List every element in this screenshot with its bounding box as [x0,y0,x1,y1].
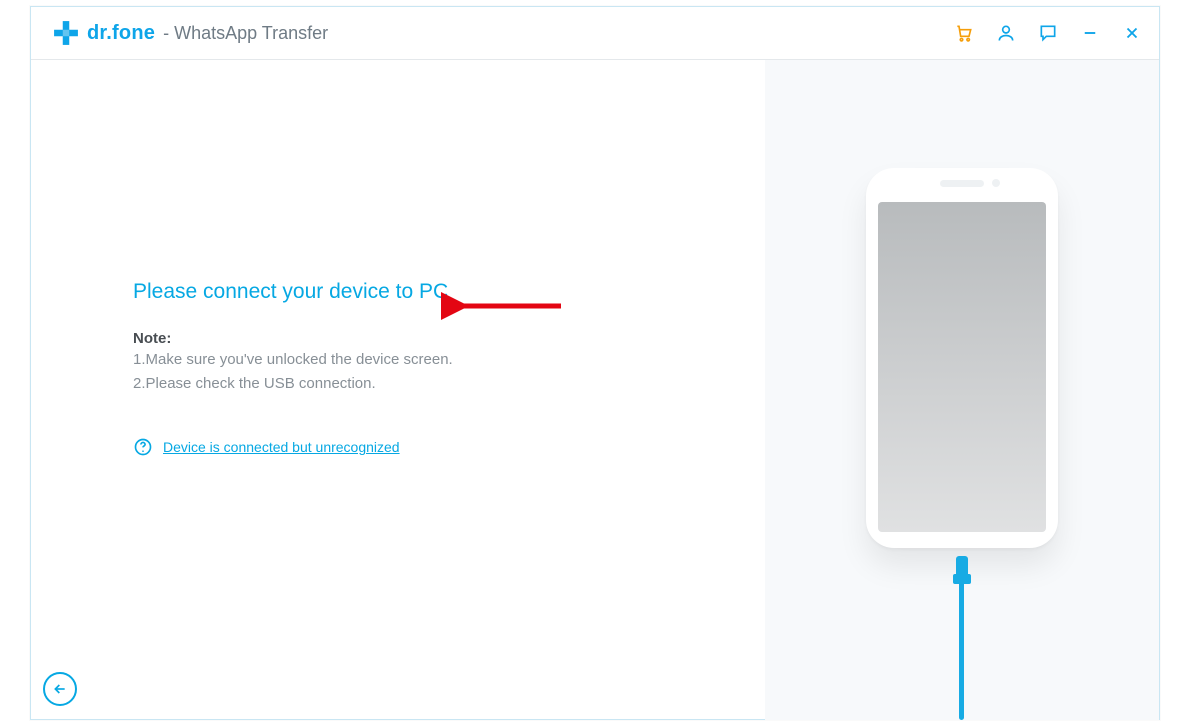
phone-camera [992,179,1000,187]
titlebar: dr.fone - WhatsApp Transfer [31,7,1159,60]
back-button[interactable] [43,672,77,706]
logo-icon [53,20,79,46]
close-icon [1123,24,1141,42]
phone-illustration [866,168,1058,548]
note-line-2: 2.Please check the USB connection. [133,373,725,395]
user-icon [996,23,1016,43]
window-controls [953,22,1143,44]
phone-screen [878,202,1046,532]
help-icon [133,437,153,457]
left-pane: Please connect your device to PC Note: 1… [31,60,765,720]
content-area: Please connect your device to PC Note: 1… [31,60,1159,720]
connect-heading: Please connect your device to PC [133,280,725,304]
note-line-1: 1.Make sure you've unlocked the device s… [133,349,725,371]
usb-cable [959,578,964,720]
brand-name: dr.fone [87,22,155,45]
chat-icon [1038,23,1058,43]
right-pane [765,60,1159,720]
phone-speaker [940,180,984,187]
minimize-icon [1081,24,1099,42]
cart-button[interactable] [953,22,975,44]
feedback-button[interactable] [1037,22,1059,44]
cable-connector [956,556,968,578]
app-window: dr.fone - WhatsApp Transfer [30,6,1160,720]
close-button[interactable] [1121,22,1143,44]
app-logo: dr.fone [53,20,155,46]
cart-icon [954,23,974,43]
help-row: Device is connected but unrecognized [133,437,725,457]
account-button[interactable] [995,22,1017,44]
minimize-button[interactable] [1079,22,1101,44]
app-subtitle: - WhatsApp Transfer [163,23,328,44]
arrow-left-icon [52,681,68,697]
unrecognized-help-link[interactable]: Device is connected but unrecognized [163,439,400,455]
note-label: Note: [133,330,725,347]
